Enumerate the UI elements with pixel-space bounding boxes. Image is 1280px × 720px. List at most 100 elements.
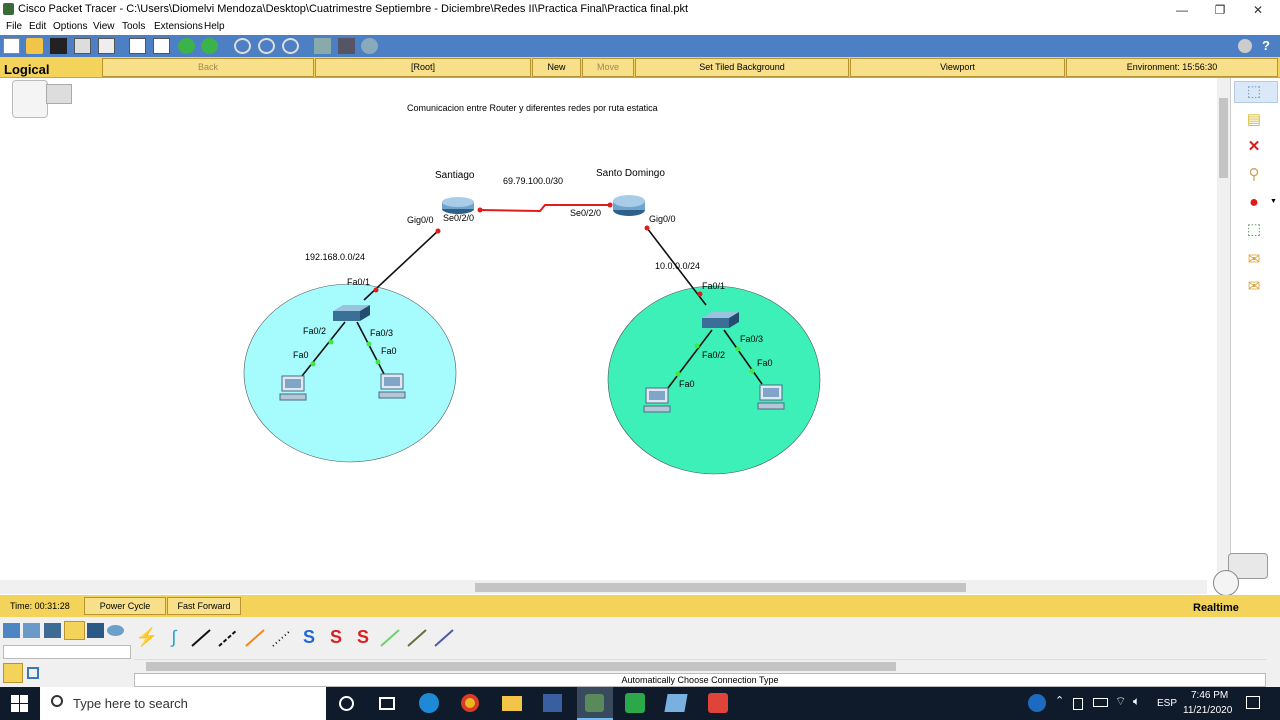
connections-subcategory-icon[interactable]	[3, 663, 23, 683]
pc-left-2[interactable]	[378, 373, 406, 399]
router-santo-domingo[interactable]	[613, 195, 645, 216]
close-button[interactable]: ✕	[1238, 0, 1278, 20]
connections-category-icon[interactable]	[64, 621, 85, 640]
zoom-reset-icon[interactable]	[258, 38, 275, 54]
volume-icon[interactable]: 🔈︎	[1133, 694, 1140, 709]
app-icon[interactable]	[664, 694, 688, 712]
camtasia-icon[interactable]	[625, 693, 645, 713]
serial-dce-cable-icon[interactable]: S	[324, 627, 348, 649]
device-filter-field[interactable]	[3, 645, 131, 659]
viewport-button[interactable]: Viewport	[850, 58, 1065, 77]
copy-icon[interactable]	[129, 38, 146, 54]
octal-cable-icon[interactable]	[378, 627, 402, 649]
cortana-icon[interactable]	[339, 696, 354, 711]
packet-tracer-icon[interactable]	[585, 694, 604, 712]
zoom-out-icon[interactable]	[282, 38, 299, 54]
menu-view[interactable]: View	[93, 21, 115, 32]
multiuser-icon[interactable]	[107, 625, 124, 636]
open-folder-icon[interactable]	[26, 38, 43, 54]
notification-icon[interactable]	[1246, 696, 1260, 709]
windows-start-icon[interactable]	[11, 695, 28, 712]
select-icon[interactable]: ⬚	[1244, 82, 1264, 102]
pc-right-1[interactable]	[643, 387, 671, 413]
simple-pdu-icon[interactable]: ✉	[1244, 250, 1264, 270]
mic-icon[interactable]	[1073, 698, 1083, 710]
move-object-button[interactable]: Move Object	[582, 58, 634, 89]
activity-wizard-icon[interactable]	[98, 38, 115, 54]
clock-date[interactable]: 11/21/2020	[1183, 705, 1232, 716]
help-icon[interactable]: ?	[1262, 38, 1270, 53]
inspect-icon[interactable]: ⚲	[1244, 165, 1264, 185]
set-tiled-background-button[interactable]: Set Tiled Background	[635, 58, 849, 77]
network-devices-icon[interactable]	[3, 623, 20, 638]
tray-app-icon[interactable]	[1028, 694, 1046, 712]
iot-custom-cable-icon[interactable]	[405, 627, 429, 649]
end-devices-icon[interactable]	[23, 623, 40, 638]
usb-cable-icon[interactable]	[432, 627, 456, 649]
console-cable-icon[interactable]: ∫	[162, 627, 186, 649]
print-icon[interactable]	[74, 38, 91, 54]
horizontal-scroll-thumb[interactable]	[475, 583, 966, 592]
grid-icon[interactable]	[27, 667, 39, 679]
pc-right-2[interactable]	[757, 384, 785, 410]
resize-shape-icon[interactable]: ⬚	[1244, 220, 1264, 240]
undo-icon[interactable]	[178, 38, 195, 54]
crossover-cable-icon[interactable]	[216, 627, 240, 649]
draw-ellipse-icon[interactable]: ●	[1244, 193, 1264, 213]
pc-left-1[interactable]	[279, 375, 307, 401]
straight-through-cable-icon[interactable]	[189, 627, 213, 649]
save-icon[interactable]	[50, 38, 67, 54]
clock-icon[interactable]	[1213, 570, 1239, 596]
recorder-icon[interactable]	[708, 693, 728, 713]
new-file-icon[interactable]	[3, 38, 20, 54]
chevron-up-icon[interactable]: ⌃	[1055, 694, 1064, 707]
battery-icon[interactable]	[1093, 698, 1108, 707]
network-app-icon[interactable]	[543, 694, 562, 712]
menu-extensions[interactable]: Extensions	[154, 21, 203, 32]
environment-button[interactable]: Environment: 15:56:30	[1066, 58, 1278, 77]
menu-file[interactable]: File	[6, 21, 22, 32]
vertical-scroll-thumb[interactable]	[1219, 98, 1228, 178]
back-button[interactable]: Back	[102, 58, 314, 77]
edge-icon[interactable]	[419, 693, 439, 713]
paste-icon[interactable]	[153, 38, 170, 54]
minimize-button[interactable]: —	[1162, 0, 1202, 20]
root-button[interactable]: [Root]	[315, 58, 531, 77]
coaxial-cable-icon[interactable]: S	[297, 627, 321, 649]
drawing-palette-icon[interactable]	[314, 38, 331, 54]
network-info-icon[interactable]	[361, 38, 378, 54]
complex-pdu-icon[interactable]: ✉	[1244, 277, 1264, 297]
power-cycle-button[interactable]: Power Cycle Devices	[84, 597, 166, 627]
fast-forward-button[interactable]: Fast Forward Time	[167, 597, 241, 627]
router-santiago[interactable]	[442, 197, 474, 214]
auto-connection-icon[interactable]: ⚡	[135, 627, 159, 649]
search-placeholder[interactable]: Type here to search	[73, 696, 188, 711]
maximize-button[interactable]: ❐	[1200, 0, 1240, 20]
fiber-cable-icon[interactable]	[243, 627, 267, 649]
custom-devices-icon[interactable]	[338, 38, 355, 54]
serial-dte-cable-icon[interactable]: S	[351, 627, 375, 649]
components-icon[interactable]	[44, 623, 61, 638]
language-indicator[interactable]: ESP	[1157, 698, 1177, 709]
clock-time[interactable]: 7:46 PM	[1191, 690, 1228, 701]
phone-cable-icon[interactable]	[270, 627, 294, 649]
note-icon[interactable]: ▤	[1244, 110, 1264, 130]
chrome-icon[interactable]	[461, 694, 479, 712]
misc-icon[interactable]	[87, 623, 104, 638]
menu-tools[interactable]: Tools	[122, 21, 145, 32]
vertical-scrollbar[interactable]	[1217, 78, 1230, 580]
menu-edit[interactable]: Edit	[29, 21, 46, 32]
wifi-icon[interactable]: ⌔	[1115, 694, 1126, 709]
file-explorer-icon[interactable]	[502, 696, 522, 711]
horizontal-scrollbar[interactable]	[0, 580, 1207, 594]
redo-icon[interactable]	[201, 38, 218, 54]
chevron-down-icon[interactable]: ▼	[1270, 198, 1277, 205]
menu-options[interactable]: Options	[53, 21, 87, 32]
cable-scrollbar[interactable]	[134, 659, 1266, 672]
info-icon[interactable]	[1238, 39, 1252, 53]
delete-icon[interactable]: ✕	[1244, 137, 1264, 157]
task-view-icon[interactable]	[379, 697, 395, 710]
zoom-in-icon[interactable]	[234, 38, 251, 54]
new-cluster-button[interactable]: New Cluster	[532, 58, 581, 89]
menu-help[interactable]: Help	[204, 21, 225, 32]
